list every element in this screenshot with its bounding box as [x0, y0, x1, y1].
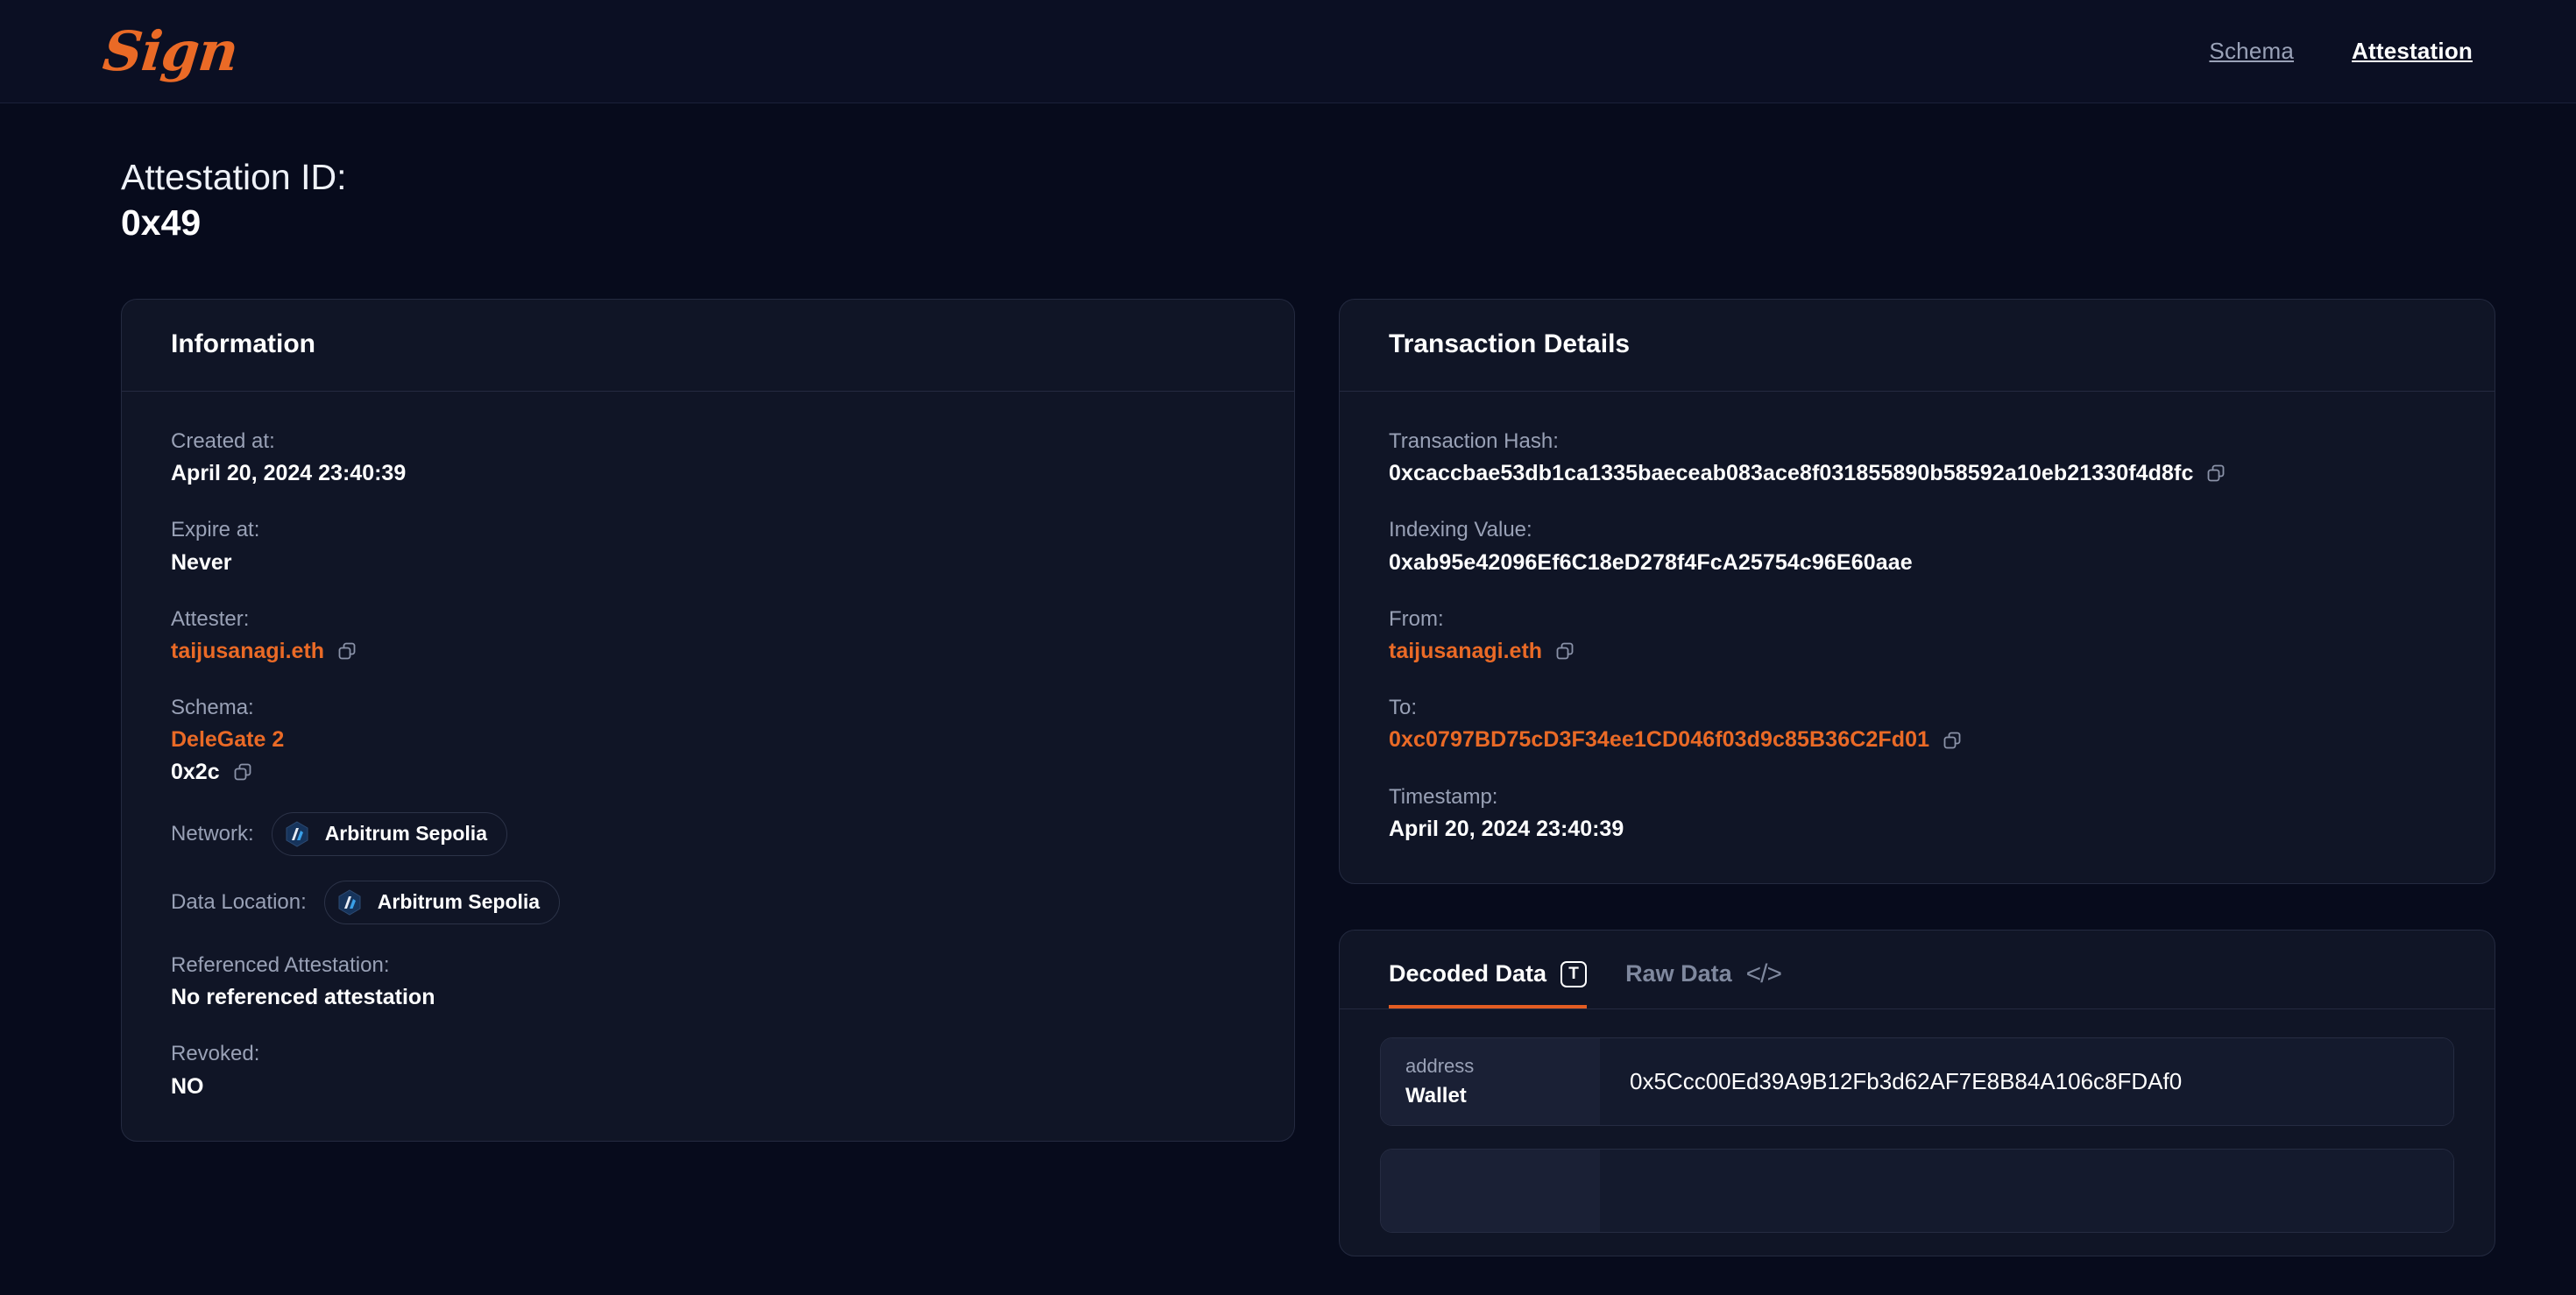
- field-attester: Attester: taijusanagi.eth: [171, 603, 1245, 667]
- data-row-key: address Wallet: [1381, 1038, 1600, 1125]
- transaction-card-header: Transaction Details: [1340, 300, 2495, 392]
- information-card: Information Created at: April 20, 2024 2…: [121, 298, 1295, 1142]
- tab-raw-data-label: Raw Data: [1625, 960, 1732, 987]
- field-timestamp: Timestamp: April 20, 2024 23:40:39: [1389, 781, 2445, 845]
- right-column: Transaction Details Transaction Hash: 0x…: [1339, 298, 2495, 1256]
- data-row-value: 0x5Ccc00Ed39A9B12Fb3d62AF7E8B84A106c8FDA…: [1600, 1038, 2453, 1125]
- nav-item-schema[interactable]: Schema: [2209, 38, 2294, 65]
- field-to: To: 0xc0797BD75cD3F34ee1CD046f03d9c85B36…: [1389, 691, 2445, 755]
- transaction-card-body: Transaction Hash: 0xcaccbae53db1ca1335ba…: [1340, 392, 2495, 883]
- revoked-label: Revoked:: [171, 1042, 260, 1066]
- attester-label: Attester:: [171, 606, 250, 631]
- timestamp-label: Timestamp:: [1389, 784, 1498, 809]
- transaction-hash-value: 0xcaccbae53db1ca1335baeceab083ace8f03185…: [1389, 461, 2194, 486]
- field-referenced-attestation: Referenced Attestation: No referenced at…: [171, 949, 1245, 1013]
- top-navigation-bar: Sign Schema Attestation: [0, 0, 2576, 103]
- data-location-badge[interactable]: Arbitrum Sepolia: [323, 880, 561, 924]
- schema-name[interactable]: DeleGate 2: [171, 724, 1245, 755]
- network-badge[interactable]: Arbitrum Sepolia: [271, 811, 507, 856]
- indexing-value-label: Indexing Value:: [1389, 518, 1532, 542]
- from-value-row: taijusanagi.eth: [1389, 635, 2445, 667]
- expire-at-value: Never: [171, 549, 232, 575]
- copy-icon[interactable]: [336, 640, 357, 662]
- created-at-label: Created at:: [171, 428, 275, 453]
- field-data-location: Data Location: Arbitrum Sepolia: [171, 880, 1245, 924]
- field-network: Network: Arbitrum Sepolia: [171, 811, 1245, 856]
- field-schema: Schema: DeleGate 2 0x2c: [171, 691, 1245, 788]
- field-expire-at: Expire at: Never: [171, 513, 1245, 577]
- referenced-attestation-label: Referenced Attestation:: [171, 952, 390, 977]
- information-card-header: Information: [122, 300, 1294, 392]
- data-row-type: address: [1405, 1055, 1475, 1078]
- arbitrum-logo-icon: [336, 888, 364, 916]
- copy-icon[interactable]: [1554, 640, 1575, 662]
- copy-icon[interactable]: [2205, 463, 2226, 484]
- attestation-data-card: Decoded Data T Raw Data </> address Wall…: [1339, 930, 2495, 1256]
- transaction-details-card: Transaction Details Transaction Hash: 0x…: [1339, 298, 2495, 885]
- to-label: To:: [1389, 696, 1418, 720]
- left-column: Information Created at: April 20, 2024 2…: [121, 298, 1295, 1142]
- from-label: From:: [1389, 606, 1444, 631]
- referenced-attestation-value: No referenced attestation: [171, 985, 435, 1010]
- table-row: address Wallet 0x5Ccc00Ed39A9B12Fb3d62AF…: [1380, 1037, 2454, 1126]
- schema-id-row: 0x2c: [171, 756, 1245, 788]
- network-name: Arbitrum Sepolia: [324, 822, 487, 846]
- network-label: Network:: [171, 821, 254, 846]
- transaction-hash-row: 0xcaccbae53db1ca1335baeceab083ace8f03185…: [1389, 457, 2445, 489]
- schema-id: 0x2c: [171, 759, 220, 784]
- transaction-hash-label: Transaction Hash:: [1389, 428, 1559, 453]
- information-card-body: Created at: April 20, 2024 23:40:39 Expi…: [122, 392, 1294, 1141]
- indexing-value-value: 0xab95e42096Ef6C18eD278f4FcA25754c96E60a…: [1389, 549, 1913, 575]
- code-brackets-icon: </>: [1745, 959, 1782, 988]
- field-created-at: Created at: April 20, 2024 23:40:39: [171, 425, 1245, 489]
- attester-value-row: taijusanagi.eth: [171, 635, 1245, 667]
- field-from: From: taijusanagi.eth: [1389, 603, 2445, 667]
- field-indexing-value: Indexing Value: 0xab95e42096Ef6C18eD278f…: [1389, 513, 2445, 577]
- data-location-label: Data Location:: [171, 889, 307, 914]
- expire-at-label: Expire at:: [171, 518, 260, 542]
- schema-label: Schema:: [171, 696, 254, 720]
- data-row-key: [1381, 1149, 1600, 1232]
- data-tabs: Decoded Data T Raw Data </>: [1340, 931, 2495, 1010]
- decoded-data-rows: address Wallet 0x5Ccc00Ed39A9B12Fb3d62AF…: [1340, 1009, 2495, 1233]
- data-row-name: Wallet: [1405, 1083, 1467, 1107]
- tab-decoded-data[interactable]: Decoded Data T: [1389, 960, 1588, 1009]
- nav-item-attestation[interactable]: Attestation: [2352, 38, 2473, 65]
- content-columns: Information Created at: April 20, 2024 2…: [0, 246, 2576, 1256]
- to-value-row: 0xc0797BD75cD3F34ee1CD046f03d9c85B36C2Fd…: [1389, 724, 2445, 755]
- page-title: Attestation ID: 0x49: [0, 103, 2576, 246]
- data-location-name: Arbitrum Sepolia: [377, 890, 541, 914]
- table-row: [1380, 1148, 2454, 1233]
- sign-logo[interactable]: Sign: [100, 19, 240, 83]
- timestamp-value: April 20, 2024 23:40:39: [1389, 816, 1624, 841]
- main-nav: Schema Attestation: [2209, 38, 2473, 65]
- field-revoked: Revoked: NO: [171, 1037, 1245, 1101]
- created-at-value: April 20, 2024 23:40:39: [171, 461, 407, 486]
- page-title-label: Attestation ID:: [121, 157, 347, 197]
- from-value[interactable]: taijusanagi.eth: [1389, 635, 1542, 667]
- information-card-title: Information: [171, 329, 315, 358]
- field-transaction-hash: Transaction Hash: 0xcaccbae53db1ca1335ba…: [1389, 425, 2445, 489]
- attester-value[interactable]: taijusanagi.eth: [171, 635, 324, 667]
- copy-icon[interactable]: [232, 761, 253, 782]
- tab-raw-data[interactable]: Raw Data </>: [1625, 959, 1782, 1008]
- to-value[interactable]: 0xc0797BD75cD3F34ee1CD046f03d9c85B36C2Fd…: [1389, 724, 1929, 755]
- transaction-card-title: Transaction Details: [1389, 329, 1631, 358]
- text-box-icon: T: [1560, 960, 1588, 987]
- revoked-value: NO: [171, 1073, 204, 1099]
- tab-decoded-data-label: Decoded Data: [1389, 960, 1547, 987]
- copy-icon[interactable]: [1942, 730, 1963, 751]
- data-row-value: [1600, 1149, 2453, 1232]
- arbitrum-logo-icon: [283, 820, 311, 848]
- page-title-value: 0x49: [121, 202, 202, 244]
